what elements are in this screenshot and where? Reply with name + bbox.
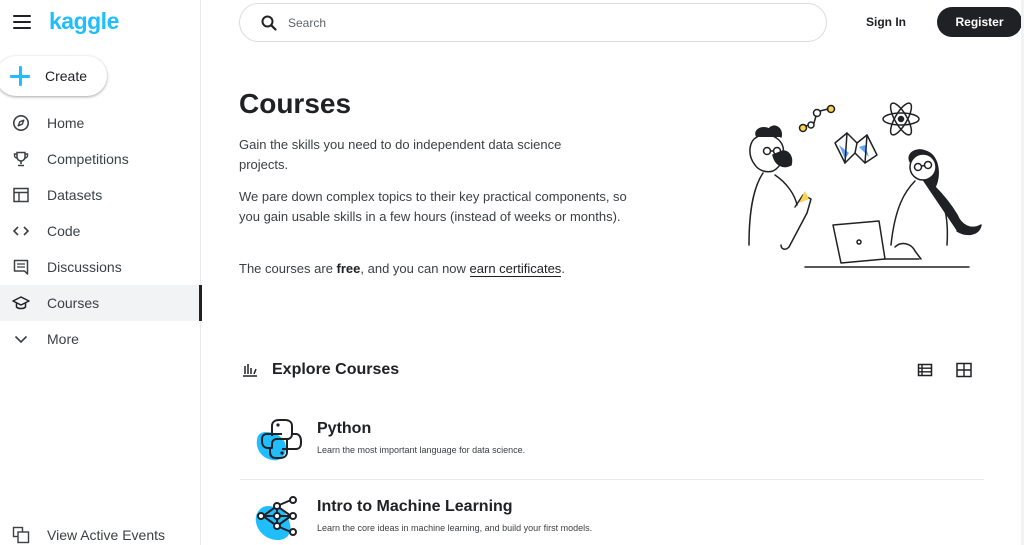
sidebar-item-code[interactable]: Code	[0, 213, 201, 249]
page-title: Courses	[239, 88, 352, 119]
search-input[interactable]	[288, 15, 788, 30]
free-courses-paragraph: The courses are free, and you can now ea…	[239, 261, 565, 277]
graduation-cap-icon	[12, 294, 30, 312]
sidebar-item-more[interactable]: More	[0, 321, 201, 357]
grid-view-icon[interactable]	[955, 361, 973, 379]
search-icon	[260, 14, 278, 32]
explore-courses-heading: Explore Courses	[272, 361, 400, 378]
sidebar-item-discussions[interactable]: Discussions	[0, 249, 201, 285]
earn-certificates-link[interactable]: earn certificates	[469, 261, 562, 277]
bar-chart-icon	[242, 363, 258, 377]
table-icon	[12, 186, 30, 204]
compass-icon	[12, 114, 30, 132]
course-item-intro-to-ml[interactable]: Intro to Machine Learning Learn the core…	[240, 480, 984, 545]
view-active-events-link[interactable]: View Active Events	[0, 524, 165, 545]
events-icon	[12, 526, 30, 544]
sidebar: kaggle Create Home Competitions Datasets	[0, 0, 202, 545]
courses-illustration	[748, 102, 982, 268]
search-bar[interactable]	[239, 3, 827, 42]
sidebar-item-competitions[interactable]: Competitions	[0, 141, 201, 177]
course-description: Learn the most important language for da…	[317, 445, 526, 455]
kaggle-logo[interactable]: kaggle	[49, 8, 119, 35]
sidebar-item-label: Datasets	[47, 187, 103, 203]
sidebar-item-label: Courses	[47, 295, 100, 311]
sidebar-item-label: Discussions	[47, 259, 122, 275]
sidebar-item-label: More	[47, 331, 79, 347]
sidebar-item-label: Competitions	[47, 151, 129, 167]
register-button[interactable]: Register	[937, 7, 1022, 37]
intro-paragraph: Gain the skills you need to do independe…	[239, 137, 562, 172]
create-label: Create	[45, 68, 88, 84]
sidebar-item-datasets[interactable]: Datasets	[0, 177, 201, 213]
course-title: Python	[317, 420, 372, 437]
python-icon	[252, 412, 304, 464]
neural-network-icon	[252, 490, 304, 542]
course-description: Learn the core ideas in machine learning…	[317, 523, 593, 533]
discussion-icon	[12, 258, 30, 276]
description-paragraph: We pare down complex topics to their key…	[239, 189, 627, 224]
chevron-down-icon	[12, 330, 30, 348]
menu-icon[interactable]	[13, 15, 31, 29]
sidebar-item-label: Code	[47, 223, 81, 239]
view-active-events-label: View Active Events	[47, 527, 166, 543]
course-item-python[interactable]: Python Learn the most important language…	[240, 402, 984, 480]
sidebar-item-label: Home	[47, 115, 85, 131]
list-view-icon[interactable]	[916, 361, 934, 379]
sign-in-button[interactable]: Sign In	[858, 13, 914, 31]
create-button[interactable]: Create	[0, 56, 107, 96]
plus-icon	[10, 66, 30, 86]
free-text: free	[336, 261, 361, 276]
sidebar-item-home[interactable]: Home	[0, 105, 201, 141]
sidebar-nav: Home Competitions Datasets Code Discussi…	[0, 105, 202, 357]
code-icon	[12, 222, 30, 240]
sidebar-item-courses[interactable]: Courses	[0, 285, 202, 321]
trophy-icon	[12, 150, 30, 168]
course-title: Intro to Machine Learning	[317, 498, 513, 515]
